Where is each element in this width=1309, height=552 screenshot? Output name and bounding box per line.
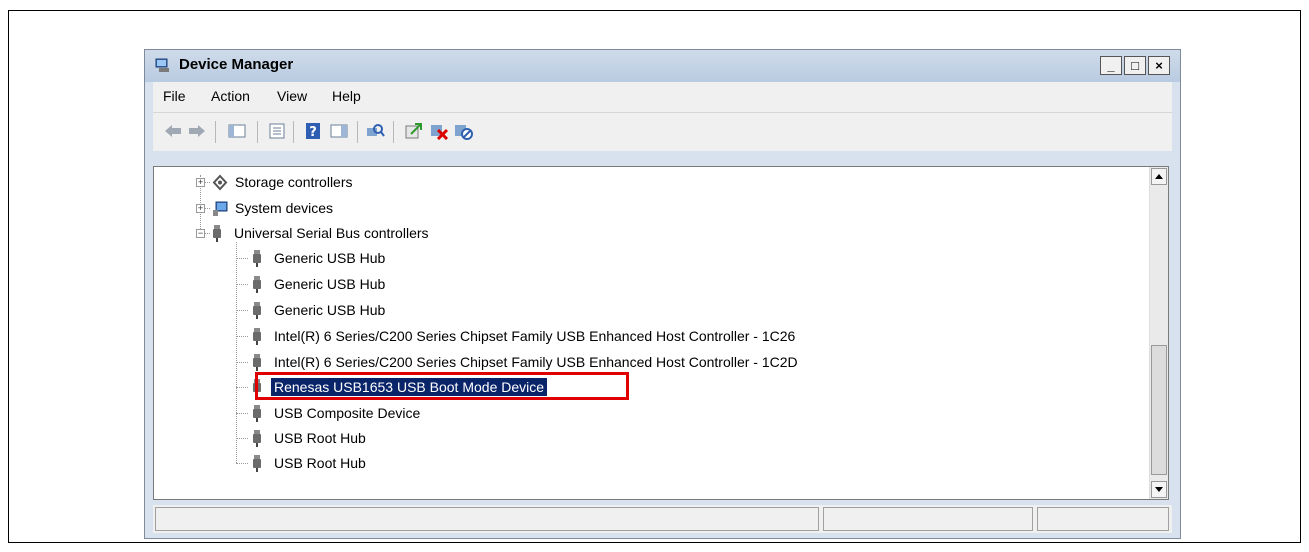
device-manager-app-icon	[155, 58, 169, 72]
scroll-up-button[interactable]	[1151, 168, 1167, 185]
tree-label: System devices	[235, 200, 334, 216]
menu-view[interactable]: View	[277, 88, 307, 104]
toolbar-separator	[357, 121, 358, 143]
tree-connector	[236, 242, 237, 463]
help-icon[interactable]: ?	[303, 122, 323, 140]
tree-label: Generic USB Hub	[274, 250, 386, 266]
usb-device-icon	[253, 327, 261, 345]
highlight-box	[255, 372, 629, 400]
menu-bar: File Action View Help	[153, 82, 1172, 113]
close-button[interactable]: ×	[1148, 56, 1170, 75]
scroll-down-button[interactable]	[1151, 481, 1167, 498]
tree-label: Universal Serial Bus controllers	[234, 225, 429, 241]
usb-device-icon	[253, 404, 261, 422]
system-devices-icon	[213, 201, 228, 216]
properties-icon[interactable]	[267, 122, 287, 140]
status-pane-main	[155, 507, 819, 531]
show-action-pane-icon[interactable]	[329, 122, 349, 140]
toolbar: ?	[153, 113, 1172, 151]
tree-label: Storage controllers	[235, 174, 353, 190]
title-bar[interactable]: Device Manager _ □ ×	[145, 50, 1180, 82]
back-arrow-icon[interactable]	[163, 122, 183, 140]
disable-device-icon[interactable]	[453, 122, 473, 140]
tree-connector	[236, 463, 248, 464]
tree-label: USB Root Hub	[274, 455, 366, 471]
status-bar	[153, 505, 1172, 533]
vertical-scrollbar[interactable]	[1149, 167, 1168, 499]
minimize-button[interactable]: _	[1100, 56, 1122, 75]
tree-label: Intel(R) 6 Series/C200 Series Chipset Fa…	[274, 328, 796, 344]
scan-hardware-changes-icon[interactable]	[365, 122, 385, 140]
svg-text:?: ?	[309, 125, 317, 140]
toolbar-separator	[257, 121, 258, 143]
usb-icon	[213, 224, 221, 242]
tree-item-generic-usb-hub[interactable]: Generic USB Hub	[252, 247, 388, 269]
usb-device-icon	[253, 249, 261, 267]
menu-help[interactable]: Help	[332, 88, 361, 104]
arrow-down-icon	[1155, 487, 1163, 492]
device-manager-window: Device Manager _ □ × File Action View He…	[144, 49, 1181, 539]
tree-connector	[236, 387, 248, 388]
toolbar-separator	[393, 121, 394, 143]
expand-system-devices[interactable]: +	[196, 204, 205, 213]
uninstall-icon[interactable]	[429, 122, 449, 140]
toolbar-separator	[215, 121, 216, 143]
tree-connector	[236, 336, 248, 337]
status-pane-2	[823, 507, 1033, 531]
usb-device-icon	[253, 301, 261, 319]
tree-connector	[236, 438, 248, 439]
tree-label: USB Composite Device	[274, 405, 421, 421]
menu-action[interactable]: Action	[211, 88, 250, 104]
tree-connector	[236, 258, 248, 259]
show-hide-console-tree-icon[interactable]	[227, 122, 247, 140]
tree-item-usb-root-hub[interactable]: USB Root Hub	[252, 427, 369, 449]
status-pane-3	[1037, 507, 1169, 531]
usb-device-icon	[253, 353, 261, 371]
device-tree[interactable]: + + − Storage controllers System devices…	[153, 166, 1169, 500]
arrow-up-icon	[1155, 174, 1163, 179]
window-title: Device Manager	[179, 56, 294, 73]
tree-item-intel-host-controller-1c2d[interactable]: Intel(R) 6 Series/C200 Series Chipset Fa…	[252, 351, 801, 373]
toolbar-separator	[293, 121, 294, 143]
tree-item-usb-root-hub[interactable]: USB Root Hub	[252, 452, 369, 474]
tree-label: Intel(R) 6 Series/C200 Series Chipset Fa…	[274, 354, 798, 370]
tree-item-generic-usb-hub[interactable]: Generic USB Hub	[252, 299, 388, 321]
usb-device-icon	[253, 454, 261, 472]
tree-connector	[236, 362, 248, 363]
tree-connector	[236, 284, 248, 285]
tree-category-usb-controllers[interactable]: Universal Serial Bus controllers	[212, 222, 432, 244]
tree-item-intel-host-controller-1c26[interactable]: Intel(R) 6 Series/C200 Series Chipset Fa…	[252, 325, 798, 347]
collapse-usb-controllers[interactable]: −	[196, 229, 205, 238]
tree-connector	[236, 413, 248, 414]
tree-label: Generic USB Hub	[274, 302, 386, 318]
storage-controller-icon	[212, 174, 228, 190]
forward-arrow-icon[interactable]	[187, 122, 207, 140]
tree-category-storage-controllers[interactable]: Storage controllers	[212, 171, 356, 193]
update-driver-icon[interactable]	[403, 122, 423, 140]
usb-device-icon	[253, 429, 261, 447]
tree-category-system-devices[interactable]: System devices	[212, 197, 336, 219]
tree-item-generic-usb-hub[interactable]: Generic USB Hub	[252, 273, 388, 295]
expand-storage-controllers[interactable]: +	[196, 178, 205, 187]
document-frame: Device Manager _ □ × File Action View He…	[8, 10, 1301, 543]
maximize-button[interactable]: □	[1124, 56, 1146, 75]
tree-label: USB Root Hub	[274, 430, 366, 446]
tree-connector	[236, 310, 248, 311]
tree-label: Generic USB Hub	[274, 276, 386, 292]
usb-device-icon	[253, 275, 261, 293]
tree-item-usb-composite-device[interactable]: USB Composite Device	[252, 402, 423, 424]
menu-file[interactable]: File	[163, 88, 186, 104]
scroll-thumb[interactable]	[1151, 345, 1167, 475]
